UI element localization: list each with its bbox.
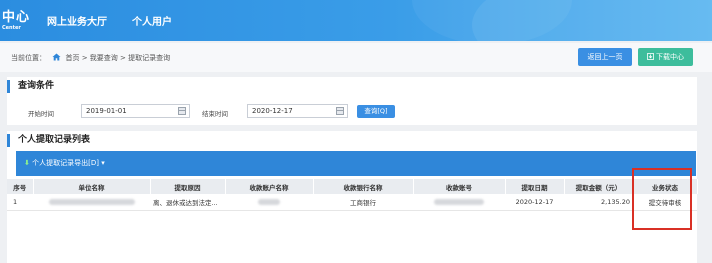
download-center-label: 下载中心: [656, 53, 684, 61]
logo-text: 中心: [2, 10, 31, 25]
end-date-label: 结束时间: [202, 110, 228, 118]
cell-employer-redacted: [33, 194, 150, 211]
col-payee-name[interactable]: 收款账户名称: [225, 179, 314, 194]
col-amount[interactable]: 提取金额（元）: [564, 179, 634, 194]
start-date-value: 2019-01-01: [86, 107, 127, 115]
col-account[interactable]: 收款账号: [413, 179, 506, 194]
breadcrumb-path[interactable]: 首页 > 我要查询 > 提取记录查询: [65, 54, 170, 62]
calendar-icon[interactable]: [336, 107, 344, 115]
download-center-button[interactable]: 下载中心: [638, 48, 693, 66]
download-icon: [647, 49, 654, 67]
search-button[interactable]: 查询[Q]: [357, 105, 395, 118]
cell-reason: 离、退休或达到法定...: [150, 194, 225, 211]
cell-account-redacted: [413, 194, 505, 211]
cell-payee-redacted: [225, 194, 313, 211]
home-icon[interactable]: [52, 53, 61, 63]
end-date-value: 2020-12-17: [252, 107, 293, 115]
export-toolbar: ⬇ 个人提取记录导出[D] ▾: [16, 151, 696, 176]
query-panel-title: 查询条件: [7, 80, 54, 93]
back-button[interactable]: 返回上一页: [578, 48, 632, 66]
record-list-panel: 个人提取记录列表 ⬇ 个人提取记录导出[D] ▾ 序号 单位名称 提取原因 收款…: [7, 131, 698, 263]
start-date-input[interactable]: 2019-01-01: [81, 104, 190, 118]
status-highlight-box: [632, 168, 692, 230]
export-label: 个人提取记录导出[D]: [32, 159, 99, 167]
col-date[interactable]: 提取日期: [505, 179, 565, 194]
logo-subtext: Center: [2, 25, 21, 31]
cell-date: 2020-12-17: [505, 194, 564, 211]
col-bank[interactable]: 收款银行名称: [313, 179, 414, 194]
table-header-row: 序号 单位名称 提取原因 收款账户名称 收款银行名称 收款账号 提取日期 提取金…: [7, 179, 698, 194]
col-employer[interactable]: 单位名称: [33, 179, 151, 194]
end-date-input[interactable]: 2020-12-17: [247, 104, 348, 118]
cell-index: 1: [7, 194, 33, 211]
cell-bank: 工商银行: [313, 194, 413, 211]
nav-online-hall[interactable]: 网上业务大厅: [47, 13, 107, 28]
record-table: 序号 单位名称 提取原因 收款账户名称 收款银行名称 收款账号 提取日期 提取金…: [7, 179, 698, 211]
breadcrumb: 当前位置： 首页 > 我要查询 > 提取记录查询: [11, 53, 170, 63]
export-icon: ⬇: [24, 159, 30, 167]
table-row[interactable]: 1 离、退休或达到法定... 工商银行 2020-12-17 2,135.20 …: [7, 194, 697, 211]
chevron-down-icon: ▾: [101, 159, 105, 167]
query-panel: 查询条件 开始时间 2019-01-01 结束时间 2020-12-17 查询[…: [7, 77, 697, 125]
start-date-label: 开始时间: [28, 110, 54, 118]
cell-amount: 2,135.20: [564, 194, 633, 211]
top-header: 中心 Center 网上业务大厅 个人用户: [0, 0, 712, 41]
nav-personal-user[interactable]: 个人用户: [132, 13, 172, 28]
calendar-icon[interactable]: [178, 107, 186, 115]
col-index[interactable]: 序号: [7, 179, 34, 194]
export-button[interactable]: ⬇ 个人提取记录导出[D] ▾: [24, 158, 105, 168]
list-panel-title: 个人提取记录列表: [7, 134, 90, 147]
breadcrumb-label: 当前位置：: [11, 54, 46, 62]
col-reason[interactable]: 提取原因: [150, 179, 226, 194]
